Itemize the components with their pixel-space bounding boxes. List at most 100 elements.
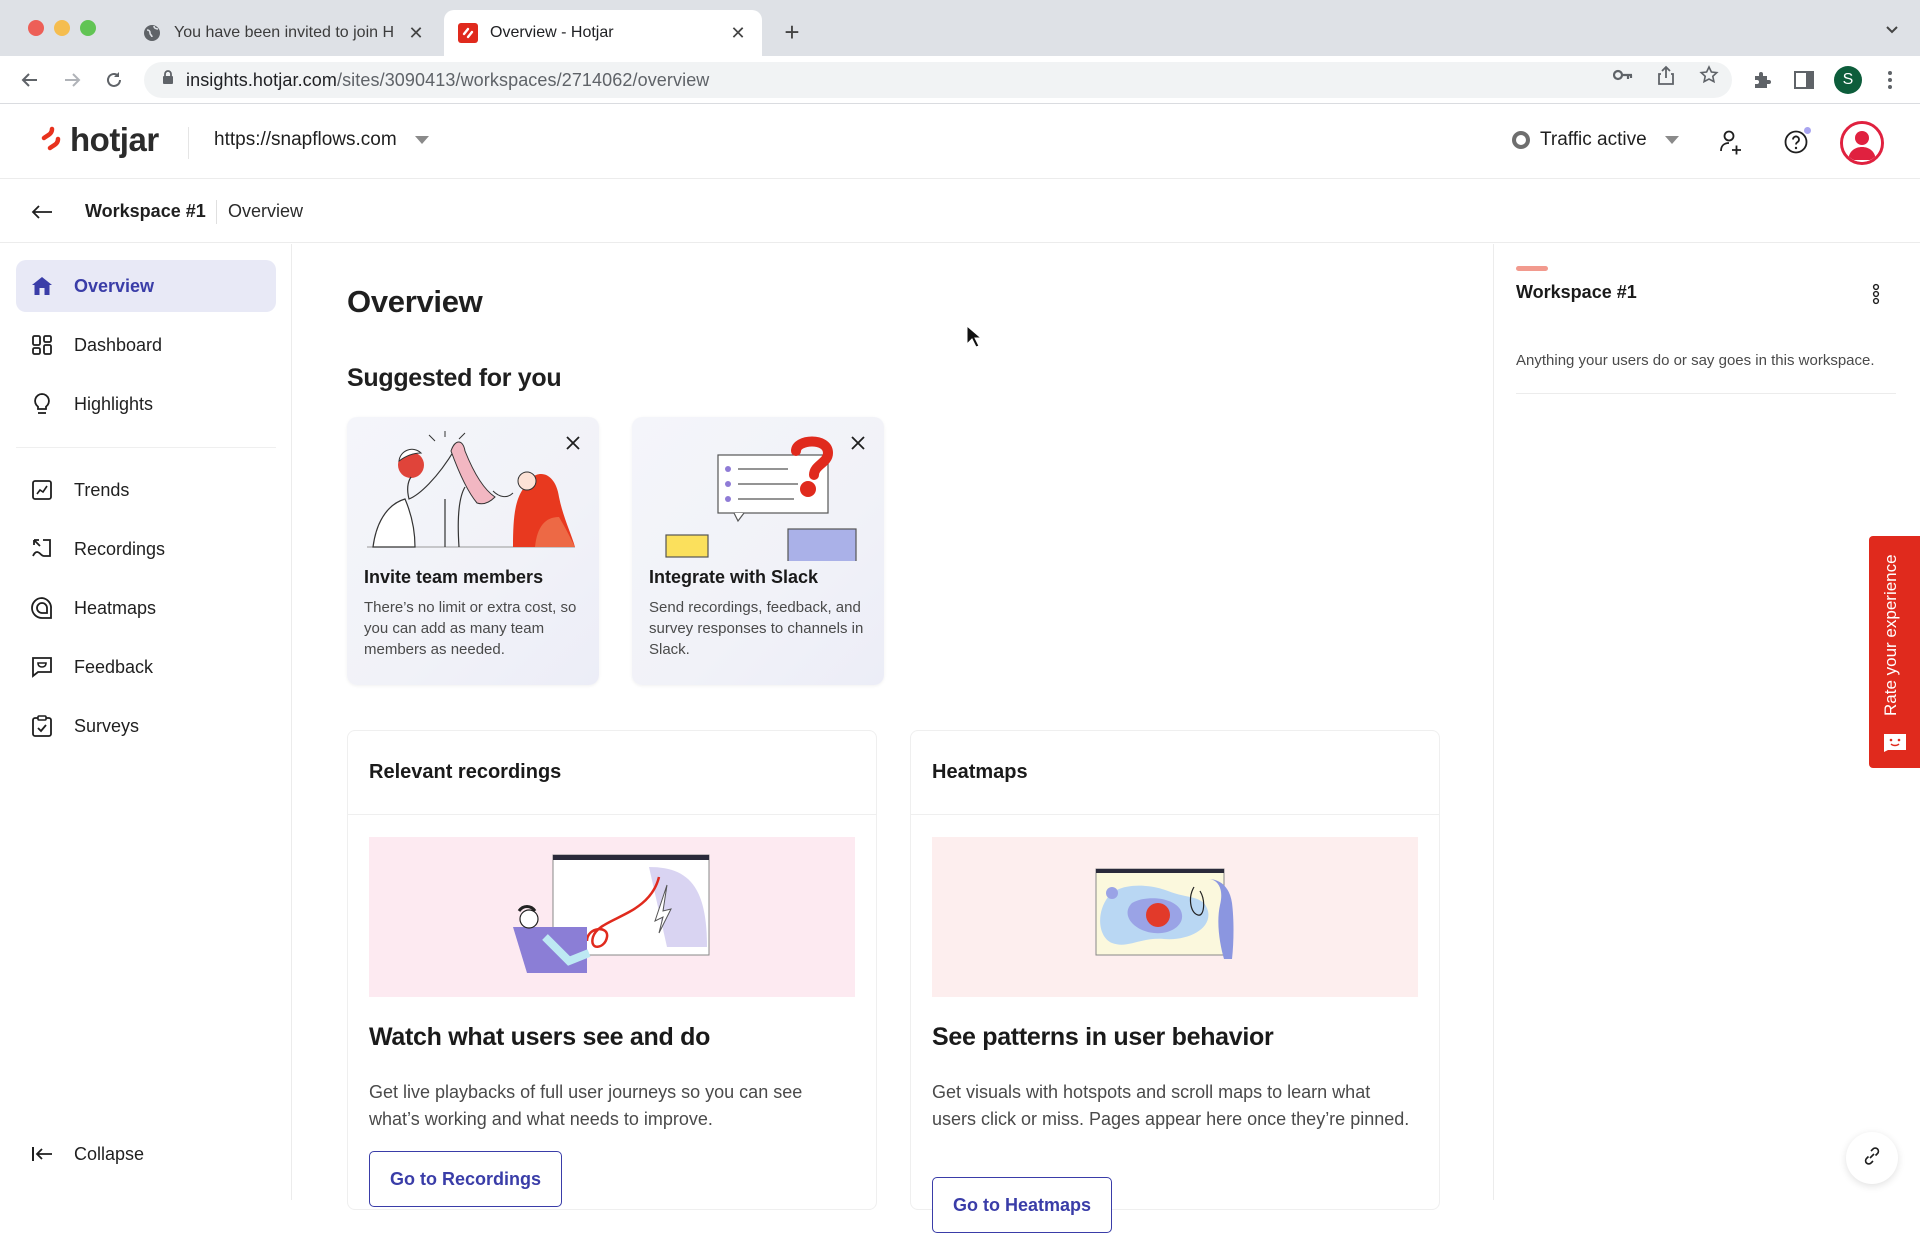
user-avatar[interactable] — [1840, 121, 1884, 165]
window-maximize-button[interactable] — [80, 20, 96, 36]
sidebar-item-heatmaps[interactable]: Heatmaps — [16, 582, 276, 634]
breadcrumb-workspace[interactable]: Workspace #1 — [85, 201, 206, 222]
notification-dot — [1804, 127, 1811, 134]
extensions-puzzle-icon[interactable] — [1750, 68, 1774, 92]
heatmaps-card: Heatmaps See patterns in user behavior G… — [910, 730, 1440, 1233]
recordings-card: Relevant recordings Watch what users see… — [347, 730, 877, 1210]
panel-divider — [1516, 393, 1896, 394]
workspace-color-accent — [1516, 266, 1548, 271]
browser-tab-strip: You have been invited to join H ✕ Overvi… — [0, 0, 1920, 56]
new-tab-button[interactable]: + — [778, 17, 806, 47]
header-divider — [188, 127, 189, 159]
breadcrumb-current-page: Overview — [228, 201, 304, 221]
window-minimize-button[interactable] — [54, 20, 70, 36]
close-tab-icon[interactable]: ✕ — [724, 19, 752, 47]
home-icon — [30, 274, 54, 298]
url-text: insights.hotjar.com/sites/3090413/worksp… — [186, 69, 710, 90]
browser-tab-invite[interactable]: You have been invited to join H ✕ — [130, 10, 440, 56]
sidebar-item-feedback[interactable]: Feedback — [16, 641, 276, 693]
suggestion-title: Invite team members — [364, 567, 544, 587]
traffic-status-dropdown[interactable]: Traffic active — [1512, 129, 1679, 151]
sidebar-item-label: Overview — [74, 275, 155, 296]
sidebar-item-trends[interactable]: Trends — [16, 464, 276, 516]
collapse-arrow-icon — [30, 1142, 54, 1166]
suggestion-description: Send recordings, feedback, and survey re… — [649, 599, 864, 658]
smiley-chat-icon — [1883, 732, 1907, 752]
sidebar-item-label: Highlights — [74, 393, 154, 414]
surveys-icon — [30, 714, 54, 738]
dismiss-suggestion-close-icon[interactable] — [846, 431, 870, 455]
workspace-options-kebab-icon[interactable] — [1864, 280, 1888, 308]
sidebar: Overview Dashboard Highlights Trends Rec… — [0, 244, 292, 1200]
go-to-heatmaps-button[interactable]: Go to Heatmaps — [932, 1177, 1113, 1233]
lightbulb-icon — [30, 392, 54, 416]
browser-profile-avatar[interactable]: S — [1834, 66, 1862, 94]
address-bar[interactable]: insights.hotjar.com/sites/3090413/worksp… — [144, 62, 1732, 98]
caret-down-icon — [414, 136, 429, 144]
app-header: hotjar https://snapflows.com Traffic act… — [0, 105, 1920, 179]
suggestion-description: There’s no limit or extra cost, so you c… — [364, 599, 577, 658]
suggestion-card-slack[interactable]: Integrate with Slack Send recordings, fe… — [632, 417, 884, 685]
password-key-icon[interactable] — [1612, 64, 1634, 86]
sidebar-item-label: Dashboard — [74, 334, 163, 355]
link-icon — [1862, 1146, 1882, 1171]
sidebar-item-highlights[interactable]: Highlights — [16, 378, 276, 430]
close-tab-icon[interactable]: ✕ — [402, 19, 430, 47]
sidebar-item-dashboard[interactable]: Dashboard — [16, 319, 276, 371]
suggestion-title: Integrate with Slack — [649, 567, 819, 587]
reload-icon[interactable] — [100, 66, 128, 94]
dashboard-icon — [30, 333, 54, 357]
workspace-info-panel: Workspace #1 Anything your users do or s… — [1493, 244, 1920, 1200]
sidebar-item-label: Surveys — [74, 715, 140, 736]
forward-arrow-icon[interactable] — [58, 66, 86, 94]
window-close-button[interactable] — [28, 20, 44, 36]
browser-toolbar: insights.hotjar.com/sites/3090413/worksp… — [0, 56, 1920, 104]
heatmaps-icon — [30, 596, 54, 620]
recordings-icon — [30, 537, 54, 561]
sidebar-item-surveys[interactable]: Surveys — [16, 700, 276, 752]
card-header: Relevant recordings — [348, 731, 876, 815]
sidebar-item-recordings[interactable]: Recordings — [16, 523, 276, 575]
side-panel-icon[interactable] — [1792, 68, 1816, 92]
dismiss-suggestion-close-icon[interactable] — [561, 431, 585, 455]
help-icon[interactable] — [1779, 125, 1813, 159]
invite-user-icon[interactable] — [1714, 125, 1748, 159]
collapse-sidebar-button[interactable]: Collapse — [16, 1132, 276, 1176]
card-description: Get live playbacks of full user journeys… — [369, 1082, 803, 1129]
suggestion-card-invite-team[interactable]: Invite team members There’s no limit or … — [347, 417, 599, 685]
back-arrow-icon[interactable] — [28, 198, 56, 226]
collapse-label: Collapse — [74, 1143, 145, 1164]
back-arrow-icon[interactable] — [16, 66, 44, 94]
tab-title: You have been invited to join H — [174, 24, 395, 41]
browser-menu-kebab-icon[interactable] — [1878, 68, 1902, 92]
workspace-description: Anything your users do or say goes in th… — [1516, 352, 1875, 369]
browser-tab-overview[interactable]: Overview - Hotjar ✕ — [444, 10, 762, 56]
copy-link-button[interactable] — [1846, 1132, 1898, 1184]
site-selector-dropdown[interactable]: https://snapflows.com — [214, 129, 429, 151]
sidebar-item-overview[interactable]: Overview — [16, 260, 276, 312]
share-icon[interactable] — [1655, 64, 1677, 86]
bookmark-star-icon[interactable] — [1698, 64, 1720, 86]
caret-down-icon — [1664, 136, 1679, 144]
sidebar-item-label: Heatmaps — [74, 597, 157, 618]
tab-search-chevron-icon[interactable] — [1882, 20, 1902, 40]
rate-your-experience-tab[interactable]: Rate your experience — [1869, 536, 1920, 768]
mouse-cursor-icon — [966, 324, 983, 349]
recordings-illustration — [369, 837, 855, 997]
high-five-illustration — [363, 431, 583, 551]
traffic-status-label: Traffic active — [1540, 129, 1647, 150]
rate-experience-label: Rate your experience — [1881, 554, 1900, 716]
go-to-recordings-button[interactable]: Go to Recordings — [369, 1151, 563, 1207]
slack-chat-illustration — [648, 431, 868, 570]
breadcrumb-separator — [216, 200, 217, 224]
card-title: See patterns in user behavior — [932, 1023, 1274, 1051]
hotjar-logo[interactable]: hotjar — [40, 121, 159, 159]
sidebar-item-label: Trends — [74, 479, 130, 500]
trends-icon — [30, 478, 54, 502]
hotjar-favicon-icon — [458, 23, 478, 43]
feedback-icon — [30, 655, 54, 679]
globe-icon — [142, 23, 162, 43]
card-header: Heatmaps — [911, 731, 1439, 815]
card-title: Watch what users see and do — [369, 1023, 711, 1051]
page-title: Overview — [347, 284, 483, 319]
